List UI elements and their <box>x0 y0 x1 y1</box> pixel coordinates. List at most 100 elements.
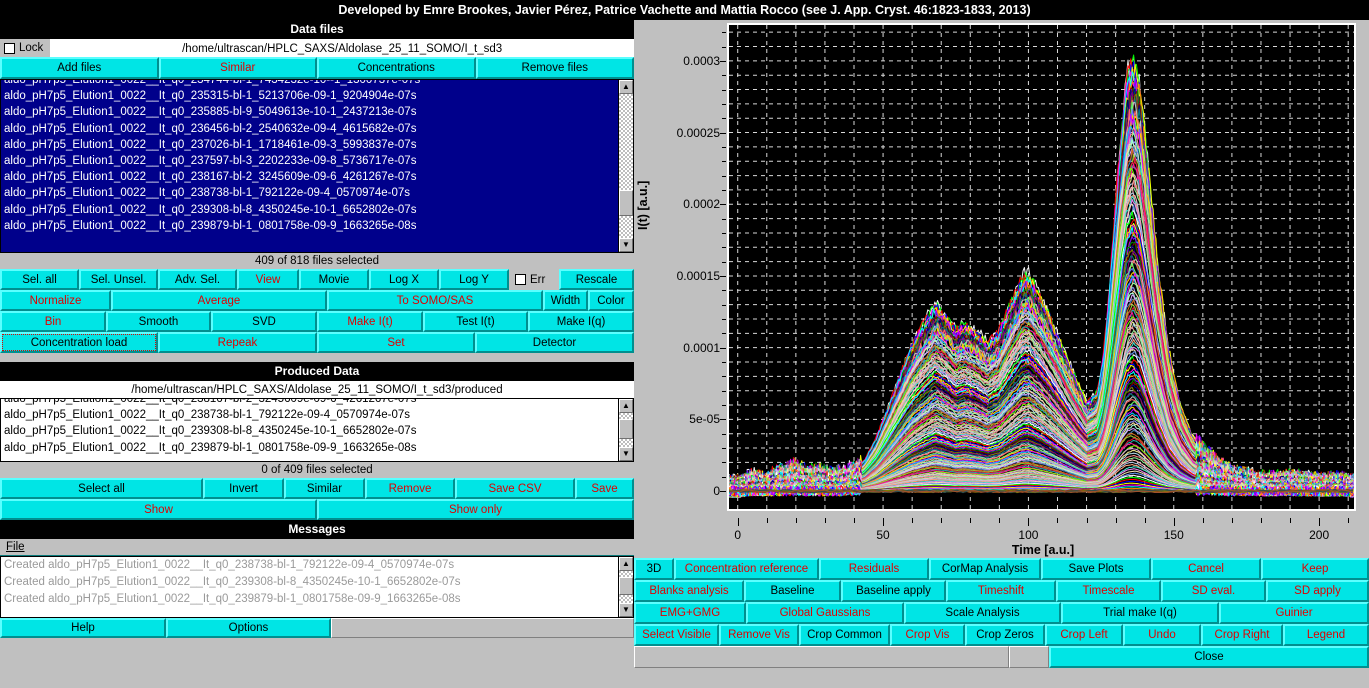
data-files-scrollbar[interactable]: ▲ ▼ <box>618 80 633 252</box>
concentrations-button[interactable]: Concentrations <box>317 57 476 79</box>
produced-data-path[interactable]: /home/ultrascan/HPLC_SAXS/Aldolase_25_11… <box>0 381 634 398</box>
adv-sel-button[interactable]: Adv. Sel. <box>158 269 237 290</box>
scroll-down-icon[interactable]: ▼ <box>619 603 633 617</box>
close-button[interactable]: Close <box>1049 646 1369 668</box>
make-it-button[interactable]: Make I(t) <box>317 311 423 332</box>
remove-button[interactable]: Remove <box>365 478 455 499</box>
undo-button[interactable]: Undo <box>1123 624 1201 646</box>
crop-right-button[interactable]: Crop Right <box>1201 624 1283 646</box>
legend-button[interactable]: Legend <box>1283 624 1369 646</box>
list-item[interactable]: aldo_pH7p5_Elution1_0022__It_q0_237597-b… <box>1 153 617 169</box>
crop-left-button[interactable]: Crop Left <box>1045 624 1123 646</box>
set-button[interactable]: Set <box>317 332 475 353</box>
cancel-button[interactable]: Cancel <box>1151 558 1261 580</box>
svd-button[interactable]: SVD <box>211 311 317 332</box>
concentration-load-button[interactable]: Concentration load <box>0 332 158 353</box>
lock-checkbox-icon[interactable] <box>4 43 15 54</box>
messages-scrollbar[interactable]: ▲ ▼ <box>618 557 633 617</box>
to-somo-sas-button[interactable]: To SOMO/SAS <box>327 290 543 311</box>
err-toggle[interactable]: Err <box>509 269 559 290</box>
remove-files-button[interactable]: Remove files <box>476 57 635 79</box>
test-it-button[interactable]: Test I(t) <box>423 311 528 332</box>
timescale-button[interactable]: Timescale <box>1056 580 1161 602</box>
list-item[interactable]: aldo_pH7p5_Elution1_0022__It_q0_238167-b… <box>1 169 617 185</box>
log-y-button[interactable]: Log Y <box>439 269 509 290</box>
trial-make-iq-button[interactable]: Trial make I(q) <box>1061 602 1219 624</box>
3d-button[interactable]: 3D <box>634 558 674 580</box>
list-item[interactable]: aldo_pH7p5_Elution1_0022__It_q0_239879-b… <box>1 218 617 234</box>
scroll-track[interactable] <box>619 413 633 447</box>
color-button[interactable]: Color <box>588 290 634 311</box>
sd-eval-button[interactable]: SD eval. <box>1161 580 1266 602</box>
remove-vis-button[interactable]: Remove Vis <box>719 624 799 646</box>
guinier-button[interactable]: Guinier <box>1219 602 1369 624</box>
average-button[interactable]: Average <box>111 290 327 311</box>
invert-button[interactable]: Invert <box>203 478 284 499</box>
emg-gmg-button[interactable]: EMG+GMG <box>634 602 746 624</box>
scroll-up-icon[interactable]: ▲ <box>619 80 633 94</box>
save-plots-button[interactable]: Save Plots <box>1041 558 1151 580</box>
make-iq-button[interactable]: Make I(q) <box>528 311 634 332</box>
concentration-reference-button[interactable]: Concentration reference <box>674 558 819 580</box>
movie-button[interactable]: Movie <box>299 269 369 290</box>
list-item[interactable]: aldo_pH7p5_Elution1_0022__It_q0_239308-b… <box>1 202 617 218</box>
scroll-down-icon[interactable]: ▼ <box>619 447 633 461</box>
messages-listbox[interactable]: Created aldo_pH7p5_Elution1_0022__It_q0_… <box>0 556 634 618</box>
select-all-button[interactable]: Select all <box>0 478 203 499</box>
list-item[interactable]: aldo_pH7p5_Elution1_0022__It_q0_237026-b… <box>1 137 617 153</box>
scroll-up-icon[interactable]: ▲ <box>619 399 633 413</box>
list-item[interactable]: aldo_pH7p5_Elution1_0022__It_q0_239308-b… <box>1 423 617 439</box>
sd-apply-button[interactable]: SD apply <box>1266 580 1369 602</box>
list-item[interactable]: aldo_pH7p5_Elution1_0022__It_q0_238167-b… <box>1 398 617 407</box>
lock-toggle[interactable]: Lock <box>0 39 50 57</box>
err-checkbox-icon[interactable] <box>515 274 526 285</box>
normalize-button[interactable]: Normalize <box>0 290 111 311</box>
scroll-up-icon[interactable]: ▲ <box>619 557 633 571</box>
keep-button[interactable]: Keep <box>1261 558 1369 580</box>
scroll-down-icon[interactable]: ▼ <box>619 238 633 252</box>
list-item[interactable]: aldo_pH7p5_Elution1_0022__It_q0_235315-b… <box>1 88 617 104</box>
baseline-button[interactable]: Baseline <box>744 580 841 602</box>
timeshift-button[interactable]: Timeshift <box>946 580 1056 602</box>
scroll-track[interactable] <box>619 94 633 238</box>
file-menu-item[interactable]: File <box>6 541 25 553</box>
show-button[interactable]: Show <box>0 499 317 520</box>
crop-vis-button[interactable]: Crop Vis <box>890 624 965 646</box>
show-only-button[interactable]: Show only <box>317 499 634 520</box>
scale-analysis-button[interactable]: Scale Analysis <box>904 602 1061 624</box>
help-button[interactable]: Help <box>0 618 166 638</box>
smooth-button[interactable]: Smooth <box>106 311 211 332</box>
save-button[interactable]: Save <box>575 478 634 499</box>
list-item[interactable]: aldo_pH7p5_Elution1_0022__It_q0_236456-b… <box>1 121 617 137</box>
global-gaussians-button[interactable]: Global Gaussians <box>746 602 904 624</box>
scroll-track[interactable] <box>619 571 633 603</box>
bin-button[interactable]: Bin <box>0 311 106 332</box>
save-csv-button[interactable]: Save CSV <box>455 478 575 499</box>
cormap-analysis-button[interactable]: CorMap Analysis <box>929 558 1041 580</box>
sel-unsel-button[interactable]: Sel. Unsel. <box>79 269 158 290</box>
baseline-apply-button[interactable]: Baseline apply <box>841 580 946 602</box>
list-item[interactable]: aldo_pH7p5_Elution1_0022__It_q0_238738-b… <box>1 185 617 201</box>
crop-common-button[interactable]: Crop Common <box>799 624 890 646</box>
list-item[interactable]: aldo_pH7p5_Elution1_0022__It_q0_238738-b… <box>1 407 617 423</box>
messages-menubar[interactable]: File <box>0 539 634 556</box>
select-visible-button[interactable]: Select Visible <box>634 624 719 646</box>
produced-similar-button[interactable]: Similar <box>284 478 365 499</box>
data-files-path[interactable]: /home/ultrascan/HPLC_SAXS/Aldolase_25_11… <box>50 39 634 57</box>
sel-all-button[interactable]: Sel. all <box>0 269 79 290</box>
data-files-listbox[interactable]: aldo_pH7p5_Elution1_0022__It_q0_234744-b… <box>0 79 634 253</box>
width-button[interactable]: Width <box>543 290 588 311</box>
list-item[interactable]: aldo_pH7p5_Elution1_0022__It_q0_234744-b… <box>1 79 617 88</box>
scroll-thumb[interactable] <box>619 577 633 595</box>
detector-button[interactable]: Detector <box>475 332 634 353</box>
scroll-thumb[interactable] <box>619 190 633 216</box>
log-x-button[interactable]: Log X <box>369 269 439 290</box>
blanks-analysis-button[interactable]: Blanks analysis <box>634 580 744 602</box>
plot-area[interactable] <box>727 23 1356 511</box>
view-button[interactable]: View <box>237 269 299 290</box>
options-button[interactable]: Options <box>166 618 331 638</box>
list-item[interactable]: aldo_pH7p5_Elution1_0022__It_q0_235885-b… <box>1 104 617 120</box>
residuals-button[interactable]: Residuals <box>819 558 929 580</box>
list-item[interactable]: aldo_pH7p5_Elution1_0022__It_q0_239879-b… <box>1 440 617 456</box>
add-files-button[interactable]: Add files <box>0 57 159 79</box>
